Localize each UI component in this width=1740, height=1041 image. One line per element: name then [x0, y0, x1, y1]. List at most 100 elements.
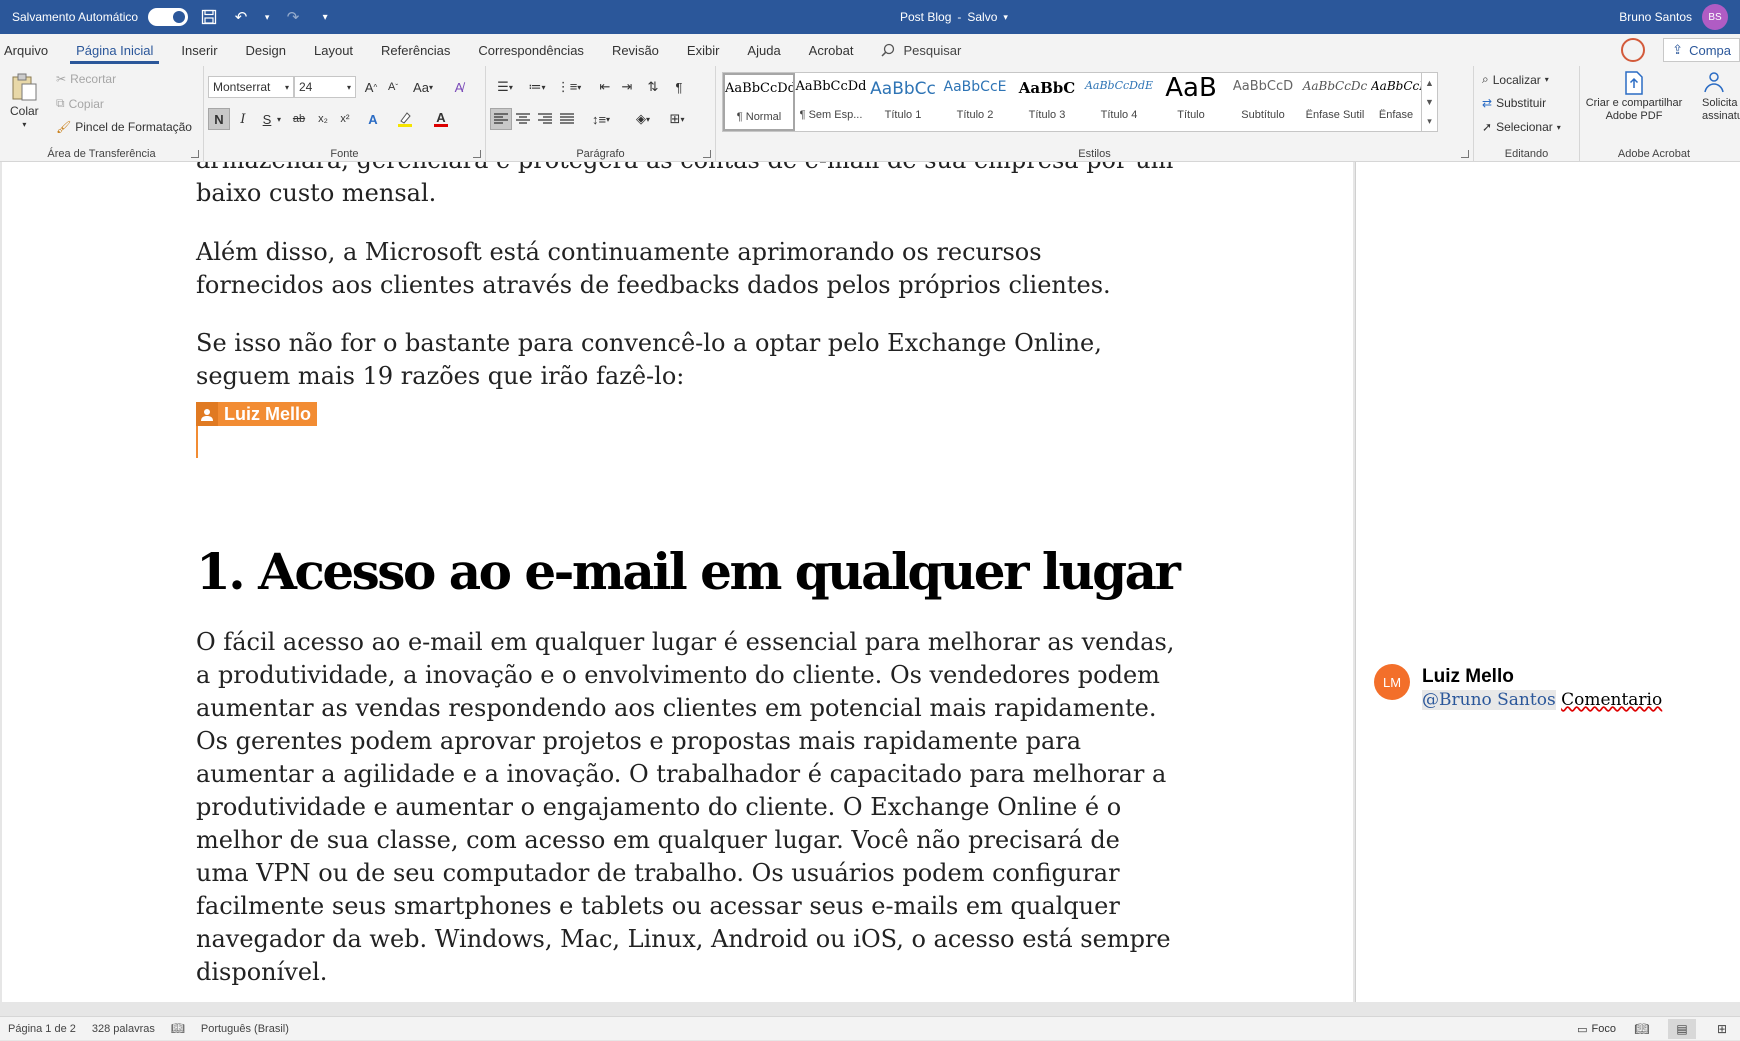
style-subtitle[interactable]: AaBbCcD Subtítulo [1227, 73, 1299, 131]
grow-font-button[interactable]: A ^ [360, 76, 382, 98]
coauthor-presence-flag[interactable]: Luiz Mello [196, 402, 317, 426]
subscript-button[interactable]: x₂ [312, 108, 334, 130]
borders-button[interactable]: ⊞ ▾ [662, 108, 692, 130]
multilevel-list-button[interactable]: ⋮≡ ▾ [554, 76, 584, 98]
style-no-spacing[interactable]: AaBbCcDd ¶ Sem Esp... [795, 73, 867, 131]
strikethrough-button[interactable]: ab [288, 108, 310, 130]
account-area[interactable]: Bruno Santos BS [1619, 0, 1728, 34]
numbering-button[interactable]: ≔ ▾ [522, 76, 552, 98]
decrease-indent-button[interactable]: ⇤ [594, 76, 616, 98]
font-family-select[interactable]: Montserrat ▾ [208, 76, 294, 98]
request-signature-button[interactable]: Solicita assinatu [1702, 70, 1740, 122]
style-normal[interactable]: AaBbCcDd ¶ Normal [723, 73, 795, 131]
text-effects-button[interactable]: A [362, 108, 384, 130]
style-subtle-emphasis[interactable]: AaBbCcDc Ênfase Sutil [1299, 73, 1371, 131]
cut-button[interactable]: ✂ Recortar [56, 72, 116, 86]
chevron-down-icon[interactable]: ▼ [1425, 97, 1434, 107]
language-indicator[interactable]: Português (Brasil) [193, 1023, 297, 1035]
tab-correspondencias[interactable]: Correspondências [464, 34, 598, 66]
create-share-pdf-button[interactable]: Criar e compartilhar Adobe PDF [1584, 70, 1684, 122]
font-color-button[interactable]: A [430, 108, 452, 130]
shading-button[interactable]: ◈ ▾ [628, 108, 658, 130]
align-center-button[interactable] [512, 108, 534, 130]
align-left-button[interactable] [490, 108, 512, 130]
chevron-up-icon[interactable]: ▲ [1425, 78, 1434, 88]
show-marks-button[interactable]: ¶ [668, 76, 690, 98]
italic-button[interactable]: I [232, 108, 254, 130]
line-spacing-button[interactable]: ↕≡ ▾ [586, 108, 616, 130]
search-label: Pesquisar [903, 42, 962, 58]
focus-button[interactable]: ▭ Foco [1577, 1023, 1616, 1036]
style-heading-3[interactable]: AaBbC Título 3 [1011, 73, 1083, 131]
replace-button[interactable]: ⇄ Substituir [1482, 96, 1546, 110]
tab-layout[interactable]: Layout [300, 34, 367, 66]
word-count[interactable]: 328 palavras [84, 1023, 163, 1035]
style-heading-1[interactable]: AaBbCc Título 1 [867, 73, 939, 131]
document-heading: 1. Acesso ao e-mail em qualquer lugar [196, 542, 1181, 601]
style-heading-4[interactable]: AaBbCcDdE Título 4 [1083, 73, 1155, 131]
read-mode-icon[interactable]: 📖︎ [1628, 1019, 1656, 1039]
user-avatar[interactable]: BS [1702, 4, 1728, 30]
superscript-button[interactable]: x² [334, 108, 356, 130]
clipboard-launcher-icon[interactable] [191, 150, 199, 158]
increase-indent-button[interactable]: ⇥ [616, 76, 638, 98]
styles-launcher-icon[interactable] [1461, 150, 1469, 158]
tab-exibir[interactable]: Exibir [673, 34, 734, 66]
share-button[interactable]: ⇪ Compa [1663, 38, 1740, 62]
clear-formatting-button[interactable]: A̸ [448, 76, 470, 98]
style-title[interactable]: AaB Título [1155, 73, 1227, 131]
customize-toolbar-icon[interactable]: ▾ [314, 6, 336, 28]
print-layout-icon[interactable]: ▤ [1668, 1019, 1696, 1039]
tab-design[interactable]: Design [232, 34, 300, 66]
share-icon: ⇪ [1672, 42, 1684, 57]
paragraph-launcher-icon[interactable] [703, 150, 711, 158]
select-button[interactable]: ➚ Selecionar ▾ [1482, 120, 1561, 134]
proofing-icon[interactable]: 📖︎ [163, 1022, 193, 1035]
undo-dropdown-icon[interactable]: ▾ [262, 6, 272, 28]
add-in-icon[interactable] [1621, 38, 1646, 62]
web-layout-icon[interactable]: ⊞ [1708, 1019, 1736, 1039]
bold-button[interactable]: N [208, 108, 230, 130]
comment-mention[interactable]: @Bruno Santos [1422, 690, 1556, 710]
sort-button[interactable]: ⇅ [642, 76, 664, 98]
pdf-share-icon [1625, 71, 1643, 95]
align-right-button[interactable] [534, 108, 556, 130]
tab-referencias[interactable]: Referências [367, 34, 464, 66]
copy-button[interactable]: ⧉ Copiar [56, 96, 104, 111]
person-icon [196, 402, 218, 426]
tab-acrobat[interactable]: Acrobat [795, 34, 868, 66]
undo-icon[interactable]: ↶ [230, 6, 252, 28]
comment-body[interactable]: @Bruno Santos Comentario [1422, 690, 1662, 710]
tab-revisao[interactable]: Revisão [598, 34, 673, 66]
tab-inserir[interactable]: Inserir [167, 34, 231, 66]
justify-button[interactable] [556, 108, 578, 130]
search-box[interactable]: Pesquisar [881, 43, 961, 58]
save-icon[interactable] [198, 6, 220, 28]
document-title-area[interactable]: Post Blog - Salvo ▾ [900, 0, 1008, 34]
shrink-font-button[interactable]: Aˇ [382, 76, 404, 98]
focus-label: Foco [1591, 1023, 1616, 1035]
page-count[interactable]: Página 1 de 2 [0, 1023, 84, 1035]
more-styles-icon[interactable]: ▾ [1427, 116, 1432, 127]
autosave-toggle[interactable] [148, 8, 189, 26]
tab-ajuda[interactable]: Ajuda [733, 34, 794, 66]
redo-icon[interactable]: ↷ [282, 6, 304, 28]
style-preview: AaBbC [1018, 79, 1076, 97]
bullets-button[interactable]: ☰ ▾ [490, 76, 520, 98]
document-page[interactable]: armazenará, gerenciará e protegerá as co… [2, 162, 1353, 1002]
styles-gallery: AaBbCcDd ¶ Normal AaBbCcDd ¶ Sem Esp... … [722, 72, 1438, 132]
highlight-button[interactable] [394, 108, 416, 130]
paste-button[interactable]: Colar ▾ [10, 72, 39, 129]
underline-dropdown-icon[interactable]: ▾ [274, 108, 284, 130]
style-preview: AaBbCc [870, 79, 936, 99]
change-case-button[interactable]: Aa ▾ [408, 76, 438, 98]
font-launcher-icon[interactable] [473, 150, 481, 158]
style-emphasis[interactable]: AaBbCcDc Ênfase [1371, 73, 1421, 131]
format-painter-button[interactable]: 🖌 Pincel de Formatação [56, 120, 192, 134]
find-button[interactable]: ⌕ Localizar ▾ [1482, 72, 1549, 87]
tab-pagina-inicial[interactable]: Página Inicial [62, 34, 167, 66]
tab-arquivo[interactable]: Arquivo [0, 34, 62, 66]
paragraph-group-label: Parágrafo [576, 148, 625, 160]
font-size-select[interactable]: 24 ▾ [294, 76, 356, 98]
style-heading-2[interactable]: AaBbCcE Título 2 [939, 73, 1011, 131]
